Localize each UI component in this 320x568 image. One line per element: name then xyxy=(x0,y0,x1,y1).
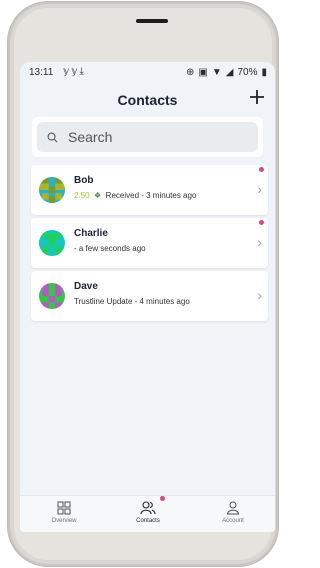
tab-label: Account xyxy=(222,518,244,524)
contact-row-dave[interactable]: Dave Trustline Update - 4 minutes ago › xyxy=(31,271,268,321)
tab-label: Contacts xyxy=(136,518,160,524)
page-title: Contacts xyxy=(117,92,178,108)
app-screen: 13:11 𝕪𝕪⤓ ⊕ ▣ ▼ ◢ 70% ▮ Contacts Search … xyxy=(20,62,275,532)
amount: 2.50 xyxy=(74,191,90,200)
contact-activity: Trustline Update - 4 minutes ago xyxy=(74,297,190,306)
status-right: ⊕ ▣ ▼ ◢ 70% ▮ xyxy=(186,67,267,78)
avatar xyxy=(39,230,65,256)
chevron-right-icon: › xyxy=(257,181,262,197)
unread-dot xyxy=(259,220,264,225)
chevron-right-icon: › xyxy=(257,234,262,250)
phone-speaker xyxy=(136,19,168,23)
search-icon xyxy=(47,132,58,142)
grid-icon xyxy=(57,501,71,515)
avatar xyxy=(39,177,65,203)
contact-activity: 2.50 ❖ Received - 3 minutes ago xyxy=(74,191,196,200)
add-contact-button[interactable] xyxy=(247,87,267,107)
avatar xyxy=(39,283,65,309)
search-container xyxy=(32,117,263,157)
signal-icon: ◢ xyxy=(225,67,234,78)
contact-row-bob[interactable]: Bob 2.50 ❖ Received - 3 minutes ago › xyxy=(31,165,268,215)
download-icon: ⤓ xyxy=(79,66,86,77)
wifi-icon: ▼ xyxy=(211,67,222,78)
contact-row-charlie[interactable]: Charlie - a few seconds ago › xyxy=(31,218,268,268)
search-input[interactable] xyxy=(66,128,240,146)
status-bar: 13:11 𝕪𝕪⤓ ⊕ ▣ ▼ ◢ 70% ▮ xyxy=(20,62,275,84)
vibrate-icon: ⊕ xyxy=(186,67,195,78)
notification-badge xyxy=(160,496,165,501)
contact-name: Charlie xyxy=(74,228,108,239)
status-time: 13:11 xyxy=(29,67,54,78)
nfc-icon: ▣ xyxy=(198,67,208,78)
battery-icon: ▮ xyxy=(261,67,267,78)
battery-percent: 70% xyxy=(237,67,258,78)
tab-overview[interactable]: Overview xyxy=(34,500,94,524)
contact-name: Bob xyxy=(74,175,94,186)
contact-name: Dave xyxy=(74,281,98,292)
contacts-icon xyxy=(140,501,156,515)
bottom-tab-bar: Overview Contacts Account xyxy=(20,495,275,532)
person-icon xyxy=(226,501,240,515)
notification-icons: 𝕪𝕪⤓ xyxy=(63,66,86,77)
tab-contacts[interactable]: Contacts xyxy=(118,500,178,524)
asset-icon: ❖ xyxy=(91,191,104,200)
tab-label: Overview xyxy=(51,518,77,524)
unread-dot xyxy=(259,167,264,172)
contact-activity: - a few seconds ago xyxy=(74,244,146,253)
chevron-right-icon: › xyxy=(257,287,262,303)
plus-icon xyxy=(250,90,264,104)
twitter-icon: 𝕪 xyxy=(63,66,72,77)
activity-text: Received - 3 minutes ago xyxy=(105,191,197,200)
twitter-icon: 𝕪 xyxy=(71,66,80,77)
tab-account[interactable]: Account xyxy=(203,500,263,524)
search-box[interactable] xyxy=(37,122,258,152)
